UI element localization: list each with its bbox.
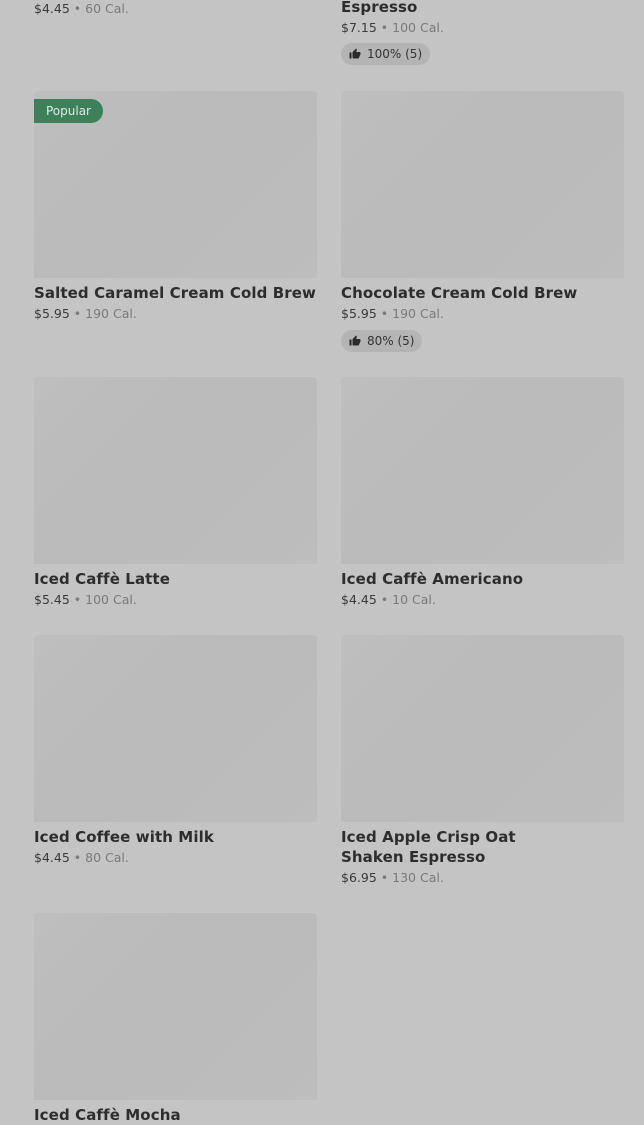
separator-dot: • <box>380 306 389 321</box>
product-calories: 60 Cal. <box>85 1 129 16</box>
product-calories: 190 Cal. <box>85 306 137 321</box>
product-meta: $4.45 • 60 Cal. <box>34 0 317 18</box>
product-name[interactable]: Iced Caffè Mocha <box>34 1105 317 1125</box>
product-meta: $4.45 • 80 Cal. <box>34 849 317 867</box>
product-name[interactable]: Iced Caffè Latte <box>34 569 317 589</box>
product-price: $5.95 <box>34 306 70 321</box>
product-card[interactable]: Espresso $7.15 • 100 Cal. 100% (5) <box>341 0 624 65</box>
product-image[interactable]: Popular <box>34 91 317 278</box>
product-meta: $5.45 • 100 Cal. <box>34 591 317 609</box>
product-calories: 80 Cal. <box>85 850 129 865</box>
product-card[interactable]: Iced Coffee with Milk $4.45 • 80 Cal. <box>34 635 317 867</box>
product-name[interactable]: Iced Apple Crisp Oat Shaken Espresso <box>341 827 581 867</box>
product-price: $4.45 <box>34 850 70 865</box>
thumbs-up-icon <box>349 335 361 346</box>
separator-dot: • <box>380 592 389 607</box>
product-price: $5.95 <box>341 306 377 321</box>
product-calories: 10 Cal. <box>392 592 436 607</box>
thumbs-up-icon <box>349 48 361 59</box>
product-image[interactable] <box>34 377 317 564</box>
separator-dot: • <box>73 850 82 865</box>
popular-badge: Popular <box>34 99 103 123</box>
product-meta: $6.95 • 130 Cal. <box>341 869 624 887</box>
product-card[interactable]: Popular Salted Caramel Cream Cold Brew $… <box>34 91 317 323</box>
product-image[interactable] <box>34 635 317 822</box>
product-price: $4.45 <box>34 1 70 16</box>
product-meta: $4.45 • 10 Cal. <box>341 591 624 609</box>
product-calories: 100 Cal. <box>392 20 444 35</box>
rating-badge: 80% (5) <box>341 330 423 352</box>
product-meta: $5.95 • 190 Cal. <box>34 305 317 323</box>
separator-dot: • <box>73 592 82 607</box>
rating-text: 100% (5) <box>367 47 423 61</box>
product-name[interactable]: Salted Caramel Cream Cold Brew <box>34 283 317 303</box>
separator-dot: • <box>73 1 82 16</box>
separator-dot: • <box>73 306 82 321</box>
product-card[interactable]: Iced Apple Crisp Oat Shaken Espresso $6.… <box>341 635 624 887</box>
product-meta: $7.15 • 100 Cal. <box>341 19 624 37</box>
product-image[interactable] <box>341 91 624 278</box>
product-name[interactable]: Iced Caffè Americano <box>341 569 624 589</box>
product-card[interactable]: Iced Caffè Americano $4.45 • 10 Cal. <box>341 377 624 609</box>
product-grid: $4.45 • 60 Cal. Espresso $7.15 • 100 Cal… <box>0 0 644 1124</box>
product-price: $6.95 <box>341 870 377 885</box>
product-name[interactable]: Iced Coffee with Milk <box>34 827 317 847</box>
rating-text: 80% (5) <box>367 334 415 348</box>
product-image[interactable] <box>34 913 317 1100</box>
product-meta: $5.95 • 190 Cal. <box>341 305 624 323</box>
separator-dot: • <box>380 870 389 885</box>
product-calories: 100 Cal. <box>85 592 137 607</box>
product-name: Espresso <box>341 0 418 16</box>
product-price: $5.45 <box>34 592 70 607</box>
product-image[interactable] <box>341 377 624 564</box>
product-price: $7.15 <box>341 20 377 35</box>
product-card[interactable]: Iced Caffè Mocha <box>34 913 317 1125</box>
rating-badge: 100% (5) <box>341 43 431 65</box>
product-price: $4.45 <box>341 592 377 607</box>
product-name[interactable]: Chocolate Cream Cold Brew <box>341 283 624 303</box>
separator-dot: • <box>380 20 389 35</box>
product-card[interactable]: Iced Caffè Latte $5.45 • 100 Cal. <box>34 377 317 609</box>
product-calories: 190 Cal. <box>392 306 444 321</box>
product-card[interactable]: $4.45 • 60 Cal. <box>34 0 317 18</box>
product-card[interactable]: Chocolate Cream Cold Brew $5.95 • 190 Ca… <box>341 91 624 352</box>
product-image[interactable] <box>341 635 624 822</box>
product-calories: 130 Cal. <box>392 870 444 885</box>
